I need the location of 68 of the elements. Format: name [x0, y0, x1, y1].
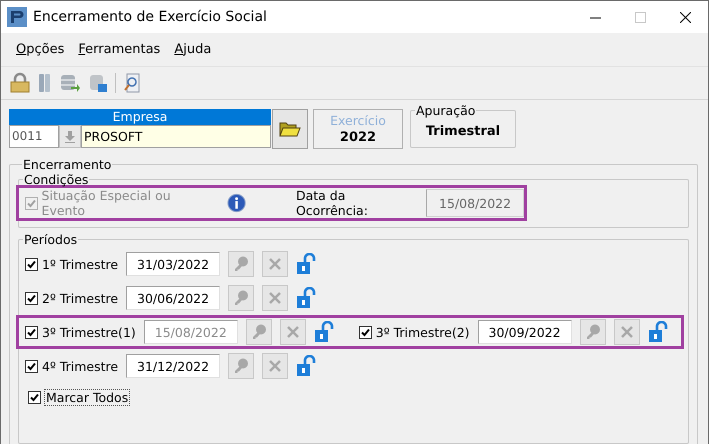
padlock-icon[interactable]: [9, 72, 31, 94]
mark-all-label[interactable]: Marcar Todos: [44, 389, 130, 406]
period-label: 2º Trimestre: [42, 290, 118, 306]
close-icon: [268, 291, 282, 305]
checkbox[interactable]: [25, 258, 38, 270]
period-label: 1º Trimestre: [42, 256, 118, 272]
date-field[interactable]: 31/12/2022: [126, 354, 220, 378]
key-icon: [232, 357, 250, 375]
window-title: Encerramento de Exercício Social: [33, 9, 268, 25]
close-icon[interactable]: [680, 12, 691, 22]
download-button[interactable]: [59, 125, 81, 148]
group-title: Períodos: [23, 232, 78, 247]
date-label: Data da Ocorrência:: [296, 188, 369, 218]
down-arrow-icon: [65, 130, 75, 142]
open-padlock-icon[interactable]: [296, 355, 318, 377]
period-label: 4º Trimestre: [42, 358, 118, 374]
date-field[interactable]: 31/03/2022: [126, 252, 220, 276]
clear-button[interactable]: [262, 353, 288, 379]
clear-button[interactable]: [262, 285, 288, 311]
open-folder-button[interactable]: [272, 109, 308, 149]
open-padlock-icon[interactable]: [648, 321, 669, 343]
exercise-label: Exercício: [330, 113, 386, 128]
document-search-icon[interactable]: [122, 72, 142, 94]
date-field[interactable]: 30/06/2022: [126, 286, 220, 310]
close-icon: [268, 359, 282, 373]
info-icon[interactable]: [226, 193, 246, 213]
menu-item[interactable]: Opções: [11, 40, 70, 59]
period-label: 3º Trimestre(2): [376, 324, 470, 340]
exercise-year: 2022: [340, 130, 376, 145]
group-title: Apuração: [415, 103, 476, 118]
checkbox[interactable]: [358, 326, 372, 338]
group-title: Encerramento: [22, 157, 112, 172]
clear-button[interactable]: [614, 319, 640, 345]
database-icon[interactable]: [87, 72, 109, 94]
key-button[interactable]: [580, 319, 606, 345]
checkbox-label: Situação Especial ou Evento: [42, 188, 172, 218]
books-icon[interactable]: [37, 72, 53, 94]
menu-item[interactable]: Ajuda: [169, 40, 216, 59]
key-icon: [232, 289, 250, 307]
checkbox[interactable]: [28, 391, 41, 404]
clear-button[interactable]: [262, 251, 288, 277]
company-header: Empresa: [9, 109, 271, 125]
checkbox[interactable]: [25, 326, 38, 338]
date-field[interactable]: 30/09/2022: [478, 320, 572, 344]
apuration-value: Trimestral: [426, 124, 500, 141]
open-padlock-icon[interactable]: [314, 321, 335, 343]
key-button[interactable]: [228, 353, 254, 379]
key-button[interactable]: [228, 251, 254, 277]
checkbox[interactable]: [25, 360, 38, 372]
close-icon: [268, 257, 282, 271]
key-button[interactable]: [228, 285, 254, 311]
company-name-field[interactable]: PROSOFT: [81, 125, 271, 148]
key-icon: [232, 255, 250, 273]
database-arrow-icon[interactable]: [59, 72, 81, 94]
checkbox[interactable]: [25, 292, 38, 304]
key-button[interactable]: [246, 319, 272, 345]
open-padlock-icon[interactable]: [296, 253, 318, 275]
period-label: 3º Trimestre(1): [42, 324, 136, 340]
menu-item[interactable]: Ferramentas: [73, 40, 166, 59]
close-icon: [620, 325, 634, 339]
open-padlock-icon[interactable]: [296, 287, 318, 309]
company-code-field[interactable]: 0011: [9, 125, 59, 148]
date-field[interactable]: 15/08/2022: [426, 189, 524, 217]
app-logo: [7, 7, 27, 27]
clear-button[interactable]: [280, 319, 306, 345]
folder-icon: [279, 120, 301, 138]
group-title: Condições: [23, 172, 90, 187]
close-icon: [286, 325, 300, 339]
